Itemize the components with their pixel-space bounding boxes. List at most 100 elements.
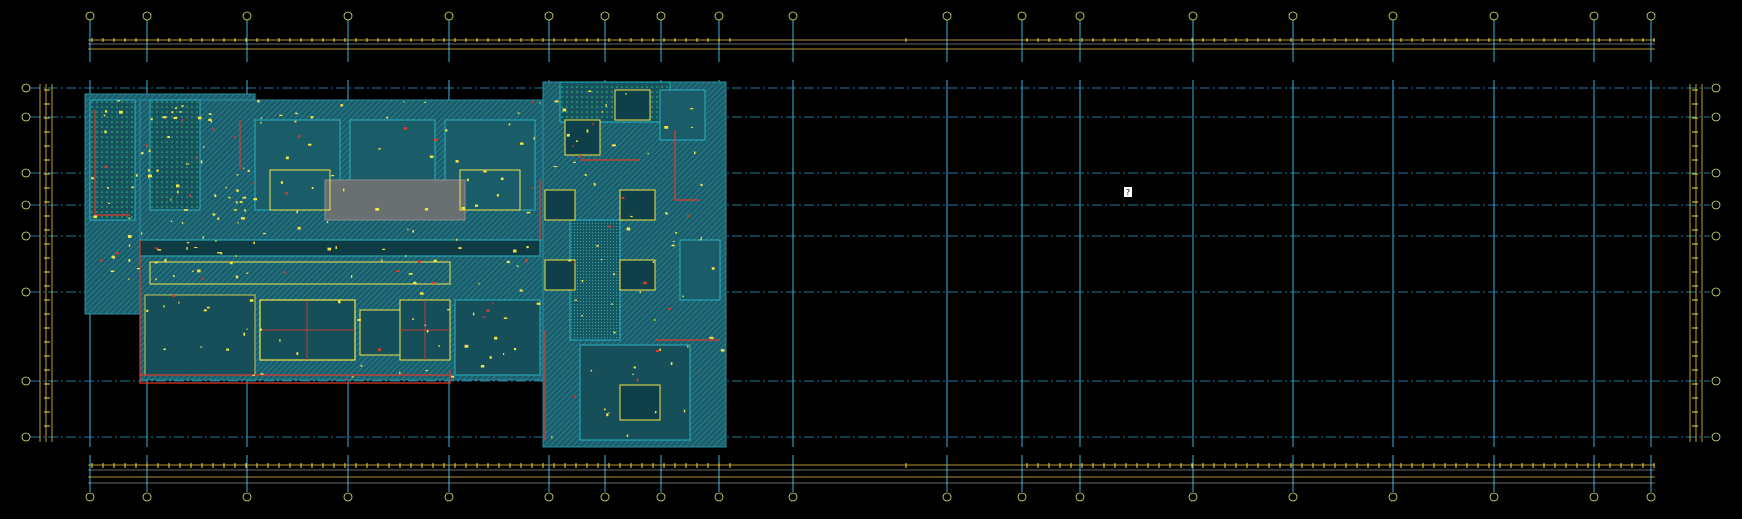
fixture-mark	[555, 100, 559, 102]
fixture-mark	[167, 136, 170, 138]
fixture-mark	[712, 267, 715, 270]
fixture-mark	[534, 137, 535, 140]
fixture-mark	[286, 157, 289, 160]
fixture-mark	[596, 245, 599, 247]
fixture-mark	[163, 305, 165, 307]
fixture-mark	[602, 111, 603, 113]
fixture-mark	[250, 299, 254, 302]
fixture-mark	[701, 237, 702, 240]
fixture-mark	[213, 213, 216, 215]
fixture-mark	[430, 156, 434, 159]
fixture-mark	[361, 365, 363, 367]
fixture-mark	[613, 332, 615, 334]
fixture-mark	[532, 101, 533, 103]
grid-bubble	[1189, 493, 1197, 501]
grid-bubble	[1712, 201, 1720, 209]
fixture-mark	[637, 379, 639, 382]
fixture-mark	[691, 127, 693, 128]
fixture-mark	[405, 255, 406, 257]
fixture-mark	[237, 174, 239, 176]
fixture-mark	[507, 261, 510, 263]
fixture-mark	[308, 144, 312, 146]
fixture-mark	[462, 207, 465, 209]
fixture-mark	[456, 239, 457, 241]
fixture-mark	[213, 128, 215, 131]
fixture-mark	[582, 280, 583, 282]
fixture-mark	[634, 367, 636, 369]
fixture-mark	[163, 116, 167, 118]
fixture-mark	[352, 376, 354, 377]
fixture-mark	[217, 218, 219, 220]
fixture-mark	[128, 218, 130, 219]
grid-bubble	[1490, 493, 1498, 501]
fixture-mark	[490, 356, 492, 359]
fixture-mark	[149, 150, 151, 153]
fixture-mark	[172, 111, 174, 113]
fixture-mark	[128, 259, 130, 262]
fixture-mark	[115, 252, 118, 254]
fixture-mark	[594, 183, 596, 186]
fixture-mark	[335, 246, 337, 249]
fixture-mark	[699, 239, 701, 240]
fixture-mark	[225, 187, 226, 189]
fixture-mark	[447, 309, 450, 310]
fixture-mark	[236, 201, 238, 203]
grid-bubble	[715, 12, 723, 20]
grid-bubble	[1712, 169, 1720, 177]
fixture-mark	[187, 242, 190, 243]
fixture-mark	[514, 348, 516, 350]
fixture-mark	[279, 115, 282, 116]
fixture-mark	[627, 434, 629, 436]
grid-bubble	[789, 12, 797, 20]
fixture-mark	[655, 411, 657, 413]
fixture-mark	[581, 315, 583, 316]
fixture-mark	[656, 350, 659, 352]
fixture-mark	[576, 140, 578, 142]
fixture-mark	[643, 282, 647, 285]
fixture-mark	[197, 269, 200, 272]
fixture-mark	[503, 353, 504, 355]
fixture-mark	[211, 121, 213, 123]
fixture-mark	[343, 189, 344, 192]
grid-bubble	[1712, 84, 1720, 92]
fixture-mark	[434, 139, 438, 141]
fixture-mark	[246, 273, 248, 274]
fixture-mark	[105, 166, 107, 168]
fixture-mark	[131, 186, 134, 188]
fixture-mark	[640, 291, 641, 293]
fixture-mark	[351, 275, 352, 278]
grid-bubble	[445, 493, 453, 501]
grid-bubble	[1590, 493, 1598, 501]
fixture-mark	[604, 409, 606, 411]
fixture-mark	[494, 337, 497, 340]
fixture-mark	[170, 199, 171, 201]
fixture-mark	[294, 121, 296, 123]
grid-bubble	[22, 377, 30, 385]
fixture-mark	[182, 222, 183, 224]
fixture-mark	[682, 296, 683, 298]
fixture-mark	[382, 249, 385, 250]
fixture-mark	[298, 135, 300, 138]
fixture-mark	[228, 197, 230, 199]
fixture-mark	[438, 345, 440, 346]
fixture-mark	[687, 345, 688, 347]
fixture-mark	[117, 100, 120, 101]
fixture-mark	[246, 329, 247, 330]
fixture-mark	[520, 143, 524, 145]
fixture-mark	[119, 111, 123, 114]
fixture-mark	[412, 230, 414, 233]
fixture-mark	[381, 259, 382, 262]
fixture-mark	[327, 221, 328, 223]
fixture-mark	[128, 235, 132, 238]
fixture-mark	[129, 244, 131, 246]
fixture-mark	[613, 273, 615, 275]
cad-drawing-canvas[interactable]: ?	[0, 0, 1742, 519]
fixture-mark	[208, 119, 211, 121]
fixture-mark	[200, 346, 202, 347]
fixture-mark	[399, 372, 400, 374]
fixture-mark	[475, 205, 478, 207]
grid-bubble	[143, 493, 151, 501]
fixture-mark	[518, 113, 520, 114]
fixture-mark	[177, 191, 178, 194]
fixture-mark	[112, 256, 115, 259]
